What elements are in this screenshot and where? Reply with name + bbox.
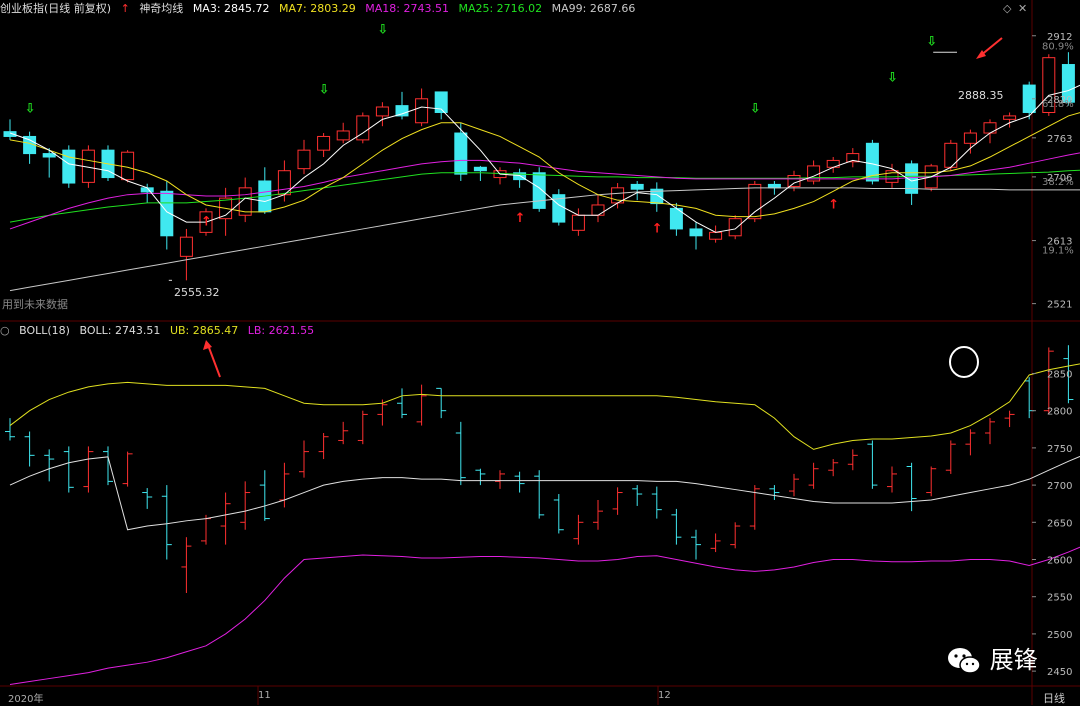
axis-date-11: 11 [258, 690, 271, 701]
callout-arrow [207, 344, 221, 378]
candle-body [297, 149, 311, 170]
boll-tick-label: 2850 [1047, 369, 1072, 380]
fib-percent-label: 38.2% [1042, 177, 1074, 188]
candle-body [630, 183, 644, 190]
candle-body [767, 183, 781, 189]
candle-body [179, 236, 193, 257]
candle-body [689, 228, 703, 237]
candle-body [473, 166, 487, 172]
boll-tick-label: 2800 [1047, 407, 1072, 418]
watermark: 展锋 [946, 640, 1038, 676]
candle-body [356, 115, 370, 141]
candle-body [42, 153, 56, 158]
candle-body [336, 130, 350, 141]
buy-arrow-icon: ↑ [201, 215, 212, 230]
buy-arrow-icon: ↑ [652, 221, 663, 236]
high-label: 2888.35 [958, 89, 1004, 102]
axis-date-2020: 2020年 [8, 694, 44, 705]
candle-body [963, 132, 977, 144]
boll-tick-label: 2450 [1047, 667, 1072, 678]
boll-lower-line [9, 546, 1080, 686]
low-label: 2555.32 [174, 286, 220, 299]
candle-body [532, 172, 546, 209]
boll-tick-label: 2500 [1047, 630, 1072, 641]
axis-date-12: 12 [658, 690, 671, 701]
watermark-text: 展锋 [989, 646, 1038, 674]
candle-body [591, 204, 605, 216]
sell-arrow-icon: ⇩ [926, 34, 937, 49]
buy-arrow-icon: ↑ [515, 211, 526, 226]
callout-arrow-head [203, 340, 212, 350]
candle-body [375, 106, 389, 117]
boll-tick-label: 2600 [1047, 556, 1072, 567]
candle-body [415, 98, 429, 124]
sell-arrow-icon: ⇩ [25, 101, 36, 116]
candle-body [728, 218, 742, 237]
price-tick-label: 2521 [1047, 300, 1072, 311]
boll-mid-line [9, 455, 1080, 531]
highlight-circle [949, 346, 979, 378]
candle-body [121, 151, 135, 181]
sell-arrow-icon: ⇩ [319, 82, 330, 97]
fib-percent-label: 80.9% [1042, 41, 1074, 52]
fib-percent-label: 19.1% [1042, 245, 1074, 256]
buy-arrow-icon: ↑ [828, 197, 839, 212]
future-data-note: 用到未来数据 [2, 298, 68, 311]
sell-arrow-icon: ⇩ [750, 101, 761, 116]
candle-body [1003, 115, 1017, 120]
boll-tick-label: 2750 [1047, 444, 1072, 455]
kline-chart[interactable]: 29122820276327062613252180.9%61.8%38.2%1… [0, 0, 1080, 705]
period-tab[interactable]: 日线 [1043, 690, 1065, 706]
price-tick-label: 2763 [1047, 134, 1072, 145]
candle-body [454, 132, 468, 175]
sell-arrow-icon: ⇩ [377, 23, 388, 38]
sell-arrow-icon: ⇩ [887, 71, 898, 86]
boll-upper-line [9, 363, 1080, 450]
wechat-icon [948, 648, 981, 674]
boll-tick-label: 2550 [1047, 593, 1072, 604]
candle-body [983, 122, 997, 134]
candle-body [571, 214, 585, 231]
candle-body [787, 175, 801, 187]
candle-body [317, 135, 331, 151]
boll-tick-label: 2650 [1047, 518, 1072, 529]
boll-tick-label: 2700 [1047, 481, 1072, 492]
fib-percent-label: 61.8% [1042, 99, 1074, 110]
candle-body [748, 183, 762, 220]
candle-body [709, 231, 723, 240]
